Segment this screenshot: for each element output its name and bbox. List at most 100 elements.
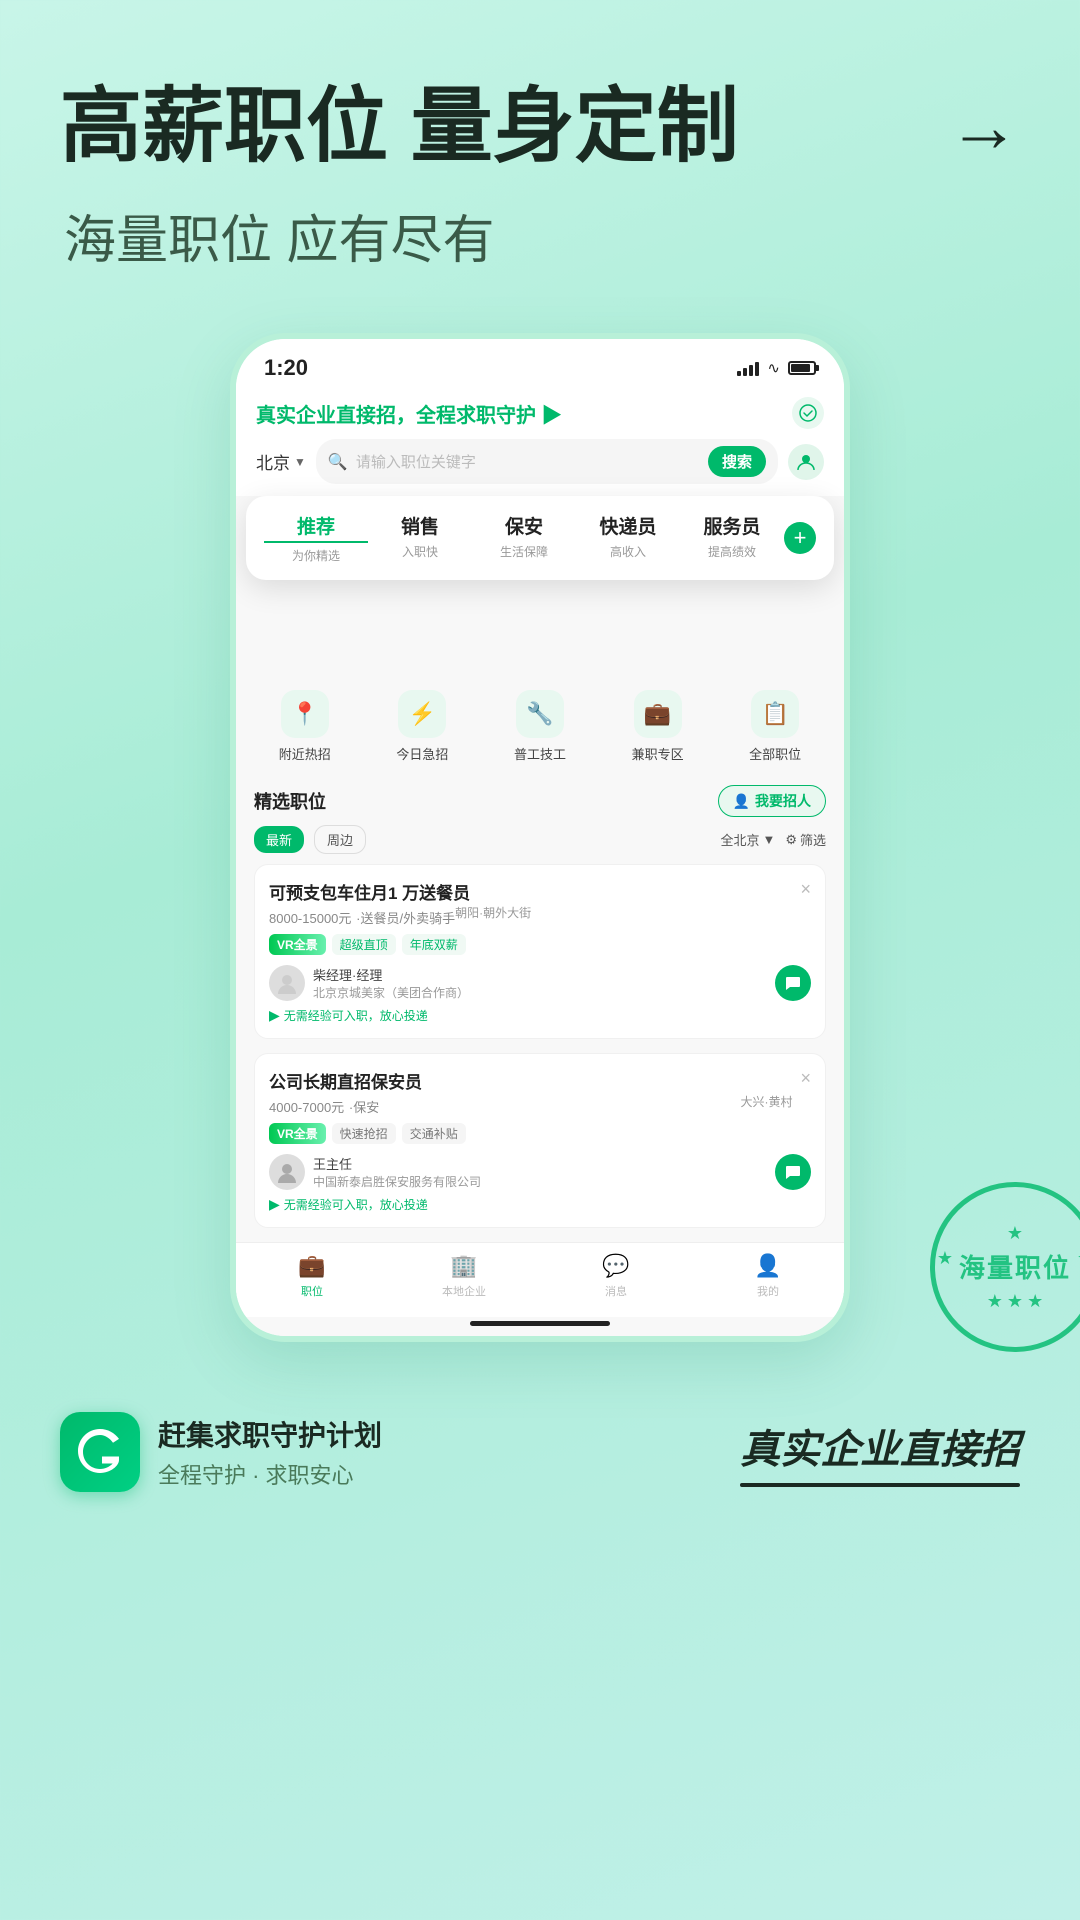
footer-section: 赶集求职守护计划 全程守护 · 求职安心 真实企业直接招 (0, 1362, 1080, 1552)
status-bar: 1:20 ∿ (236, 339, 844, 389)
stamp-circle: ★ ★ 海量职位 ★ ★ ★ ★ (930, 1182, 1080, 1352)
nav-urgent[interactable]: ⚡ 今日急招 (396, 690, 448, 763)
recruiter-avatar-1 (269, 965, 305, 1001)
hero-subtitle: 海量职位 应有尽有 (60, 198, 1020, 273)
message-nav-label: 消息 (605, 1283, 627, 1299)
category-card: 推荐 为你精选 销售 入职快 保安 生活保障 快递员 高收入 (246, 496, 834, 580)
location-button[interactable]: 北京 ▼ (256, 449, 306, 474)
brand-sub: 全程守护 · 求职安心 (158, 1458, 382, 1490)
nav-all-label: 全部职位 (749, 744, 801, 763)
nav-jobs[interactable]: 💼 职位 (236, 1253, 388, 1299)
profile-nav-icon: 👤 (754, 1253, 781, 1279)
job-note-2: ▶ 无需经验可入职，放心投递 (269, 1196, 811, 1213)
nav-profile[interactable]: 👤 我的 (692, 1253, 844, 1299)
hero-section: 高薪职位 量身定制 → 海量职位 应有尽有 (0, 0, 1080, 293)
app-title: 真实企业直接招，全程求职守护 ▶ (256, 399, 562, 428)
chat-button-1[interactable] (775, 965, 811, 1001)
nav-local[interactable]: 🏢 本地企业 (388, 1253, 540, 1299)
job-title-2: 公司长期直招保安员 (269, 1068, 792, 1093)
tab-security-label: 保安 (472, 512, 576, 539)
local-nav-label: 本地企业 (442, 1283, 486, 1299)
nav-nearby-label: 附近热招 (279, 744, 331, 763)
job-tags-2: VR全景 快速抢招 交通补贴 (269, 1123, 792, 1144)
filter-row: 最新 周边 全北京 ▼ ⚙ 筛选 (236, 825, 844, 864)
chat-button-2[interactable] (775, 1154, 811, 1190)
close-icon-2[interactable]: × (800, 1068, 811, 1089)
verified-icon[interactable] (792, 397, 824, 429)
stamp-bottom-stars: ★ ★ ★ (987, 1291, 1043, 1312)
search-button[interactable]: 搜索 (708, 446, 766, 477)
hire-button[interactable]: 👤 我要招人 (718, 785, 826, 817)
filter-location[interactable]: 全北京 ▼ (720, 830, 775, 849)
recruiter-info-2: 王主任 中国新泰启胜保安服务有限公司 (313, 1154, 767, 1190)
arrow-icon-1: ▶ (269, 1007, 280, 1024)
arrow-icon-2: ▶ (269, 1196, 280, 1213)
tab-delivery[interactable]: 快递员 高收入 (576, 512, 680, 560)
nav-message[interactable]: 💬 消息 (540, 1253, 692, 1299)
nav-urgent-label: 今日急招 (396, 744, 448, 763)
filter-nearby[interactable]: 周边 (314, 825, 366, 854)
nav-worker[interactable]: 🔧 普工技工 (514, 690, 566, 763)
hero-arrow[interactable]: → (948, 86, 1020, 169)
recruiter-name-2: 王主任 (313, 1154, 767, 1173)
nearby-icon: 📍 (281, 690, 329, 738)
job-tags-1: VR全景 超级直顶 年底双薪 (269, 934, 531, 955)
job-note-1: ▶ 无需经验可入职，放心投递 (269, 1007, 811, 1024)
recruiter-company-2: 中国新泰启胜保安服务有限公司 (313, 1173, 767, 1190)
nav-parttime[interactable]: 💼 兼职专区 (632, 690, 684, 763)
tab-delivery-sub: 高收入 (576, 543, 680, 560)
nav-nearby[interactable]: 📍 附近热招 (279, 690, 331, 763)
phone-wrapper: 1:20 ∿ 真实企业直接招，全程求职守护 ▶ (0, 333, 1080, 1342)
job-card-1[interactable]: 可预支包车住月1 万送餐员 8000-15000元 ·送餐员/外卖骑手 朝阳·朝… (254, 864, 826, 1039)
tab-waiter-sub: 提高绩效 (680, 543, 784, 560)
nav-parttime-label: 兼职专区 (632, 744, 684, 763)
tab-security-sub: 生活保障 (472, 543, 576, 560)
tab-waiter[interactable]: 服务员 提高绩效 (680, 512, 784, 560)
filter-button[interactable]: ⚙ 筛选 (785, 830, 826, 849)
job-card-2[interactable]: 公司长期直招保安员 4000-7000元 ·保安 大兴·黄村 VR (254, 1053, 826, 1228)
signal-icon (737, 360, 759, 376)
user-avatar[interactable] (788, 444, 824, 480)
job-recruiter-2: 王主任 中国新泰启胜保安服务有限公司 (269, 1154, 811, 1190)
tab-recommend-sub: 为你精选 (264, 547, 368, 564)
section-header: 精选职位 👤 我要招人 (236, 773, 844, 825)
phone-content: 推荐 为你精选 销售 入职快 保安 生活保障 快递员 高收入 (236, 496, 844, 1336)
tab-security[interactable]: 保安 生活保障 (472, 512, 576, 560)
search-bar: 🔍 请输入职位关键字 搜索 (316, 439, 778, 484)
nav-all[interactable]: 📋 全部职位 (749, 690, 801, 763)
message-nav-icon: 💬 (602, 1253, 629, 1279)
tab-recommend[interactable]: 推荐 为你精选 (264, 512, 368, 564)
stamp-text: 海量职位 (959, 1248, 1071, 1285)
search-placeholder: 请输入职位关键字 (356, 451, 700, 472)
tag-transport-2: 交通补贴 (402, 1123, 466, 1144)
quick-nav: 📍 附近热招 ⚡ 今日急招 🔧 普工技工 💼 兼职专区 📋 全部职位 (236, 670, 844, 773)
tab-waiter-label: 服务员 (680, 512, 784, 539)
job-title-1: 可预支包车住月1 万送餐员 (269, 879, 531, 904)
job-location-2: 大兴·黄村 (740, 1093, 792, 1110)
close-icon-1[interactable]: × (800, 879, 811, 900)
brand-name: 赶集求职守护计划 (158, 1414, 382, 1454)
tag-vr-1: VR全景 (269, 934, 326, 955)
hero-title: 高薪职位 量身定制 → (60, 80, 1020, 174)
stamp-top-star: ★ (1007, 1223, 1023, 1244)
tab-sales[interactable]: 销售 入职快 (368, 512, 472, 560)
recruiter-company-1: 北京京城美家（美团合作商） (313, 984, 767, 1001)
search-icon: 🔍 (328, 452, 348, 472)
add-category-button[interactable]: + (784, 522, 816, 554)
parttime-icon: 💼 (634, 690, 682, 738)
jobs-nav-label: 职位 (301, 1283, 323, 1299)
category-tabs: 推荐 为你精选 销售 入职快 保安 生活保障 快递员 高收入 (264, 512, 816, 564)
phone-mockup: 1:20 ∿ 真实企业直接招，全程求职守护 ▶ (230, 333, 850, 1342)
hire-icon: 👤 (733, 793, 750, 810)
bottom-nav: 💼 职位 🏢 本地企业 💬 消息 👤 我的 (236, 1242, 844, 1317)
job-recruiter-1: 柴经理·经理 北京京城美家（美团合作商） (269, 965, 811, 1001)
job-card-1-header: 可预支包车住月1 万送餐员 8000-15000元 ·送餐员/外卖骑手 朝阳·朝… (269, 879, 811, 955)
urgent-icon: ⚡ (398, 690, 446, 738)
tab-sales-label: 销售 (368, 512, 472, 539)
worker-icon: 🔧 (516, 690, 564, 738)
brand-logo (60, 1412, 140, 1492)
filter-new[interactable]: 最新 (254, 826, 304, 853)
tab-sales-sub: 入职快 (368, 543, 472, 560)
app-header: 真实企业直接招，全程求职守护 ▶ 北京 ▼ 🔍 请输入职位关键字 搜索 (236, 389, 844, 496)
recruiter-name-1: 柴经理·经理 (313, 965, 767, 984)
